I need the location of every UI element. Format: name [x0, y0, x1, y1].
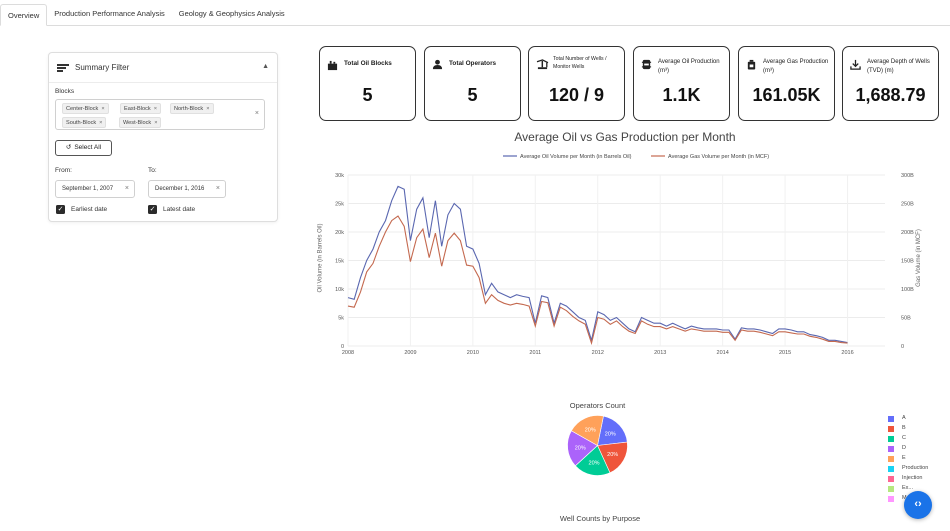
- series-legend-label[interactable]: Average Oil Volume per Month (in Barrels…: [520, 154, 632, 160]
- legend-item[interactable]: B: [888, 425, 938, 433]
- legend-swatch: [888, 436, 894, 442]
- well-counts-title: Well Counts by Purpose: [559, 514, 641, 523]
- x-tick-label: 2008: [342, 350, 354, 356]
- legend-label: Injection: [902, 475, 923, 481]
- x-tick-label: 2014: [717, 350, 729, 356]
- legend-item[interactable]: D: [888, 445, 938, 453]
- y-tick-label: 10k: [335, 287, 344, 293]
- y2-tick-label: 250B: [901, 202, 914, 208]
- y-tick-label: 30k: [335, 173, 344, 179]
- y2-tick-label: 100B: [901, 287, 914, 293]
- x-tick-label: 2015: [779, 350, 791, 356]
- legend-item[interactable]: Production: [888, 465, 938, 473]
- y-tick-label: 5k: [338, 316, 344, 322]
- y2-tick-label: 300B: [901, 173, 914, 179]
- y-tick-label: 20k: [335, 230, 344, 236]
- y-axis-title: Oil Volume (in Barrels Oil): [317, 223, 324, 293]
- pie-slice-label: 20%: [589, 461, 600, 467]
- legend-item[interactable]: C: [888, 435, 938, 443]
- x-tick-label: 2010: [467, 350, 479, 356]
- y-tick-label: 15k: [335, 259, 344, 265]
- oil-gas-line-chart: 0 05k 50B10k 100B15k 150B20k 200B25k 250B30k 30…: [335, 154, 914, 356]
- legend-swatch: [888, 416, 894, 422]
- legend-swatch: [888, 446, 894, 452]
- legend-item[interactable]: E: [888, 455, 938, 463]
- pie-slice-label: 20%: [585, 428, 596, 434]
- x-tick-label: 2013: [654, 350, 666, 356]
- x-tick-label: 2016: [841, 350, 853, 356]
- y2-tick-label: 0: [901, 344, 904, 350]
- legend-swatch: [888, 486, 894, 492]
- x-tick-label: 2012: [592, 350, 604, 356]
- pie-slice-label: 20%: [607, 452, 618, 458]
- y-tick-label: 25k: [335, 202, 344, 208]
- legend-item[interactable]: Injection: [888, 475, 938, 483]
- legend-swatch: [888, 496, 894, 502]
- y2-tick-label: 50B: [901, 316, 911, 322]
- code-toggle-button[interactable]: ‹›: [904, 491, 932, 519]
- x-tick-label: 2009: [404, 350, 416, 356]
- pie-slice-label: 20%: [575, 445, 586, 451]
- operators-pie-chart: 20% 20% 20% 20% 20%: [567, 415, 628, 476]
- x-tick-label: 2011: [529, 350, 541, 356]
- legend-swatch: [888, 426, 894, 432]
- legend-item[interactable]: A: [888, 415, 938, 423]
- pie-slice-label: 20%: [605, 432, 616, 438]
- legend-swatch: [888, 466, 894, 472]
- series-legend-label[interactable]: Average Gas Volume per Month (in MCF): [668, 154, 769, 160]
- legend-label: D: [902, 445, 906, 451]
- legend-label: E: [902, 455, 906, 461]
- legend-label: Ex...: [902, 485, 914, 491]
- legend-swatch: [888, 476, 894, 482]
- legend-label: A: [902, 415, 906, 421]
- y2-tick-label: 150B: [901, 259, 914, 265]
- y2-axis-title: Gas Volume (in MCF): [915, 229, 922, 287]
- y2-tick-label: 200B: [901, 230, 914, 236]
- legend-label: B: [902, 425, 906, 431]
- legend-swatch: [888, 456, 894, 462]
- legend-label: C: [902, 435, 906, 441]
- legend-label: Production: [902, 465, 929, 471]
